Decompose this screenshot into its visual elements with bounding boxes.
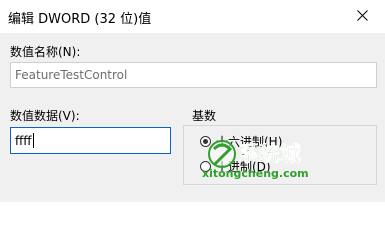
radio-button-checked	[200, 136, 211, 147]
radio-decimal-label: 十进制(D)	[216, 160, 271, 174]
radio-button-unchecked	[200, 161, 211, 172]
close-button[interactable]	[339, 0, 385, 30]
value-data-input[interactable]: ffff	[10, 127, 171, 154]
base-group-label: 基数	[192, 109, 217, 123]
value-name-field[interactable]: FeatureTestControl	[10, 62, 377, 88]
value-data-label: 数值数据(V):	[10, 109, 80, 123]
value-name-label: 数值名称(N):	[10, 45, 81, 59]
value-name-text: FeatureTestControl	[15, 68, 128, 82]
radio-decimal[interactable]: 十进制(D)	[200, 158, 271, 175]
window-title: 编辑 DWORD (32 位)值	[8, 12, 152, 27]
close-icon	[356, 9, 368, 21]
radio-hexadecimal-label: 十六进制(H)	[216, 135, 283, 149]
radio-hexadecimal[interactable]: 十六进制(H)	[200, 133, 282, 150]
text-caret	[32, 133, 34, 148]
value-data-text: ffff	[15, 133, 32, 148]
title-bar: 编辑 DWORD (32 位)值	[0, 0, 385, 33]
